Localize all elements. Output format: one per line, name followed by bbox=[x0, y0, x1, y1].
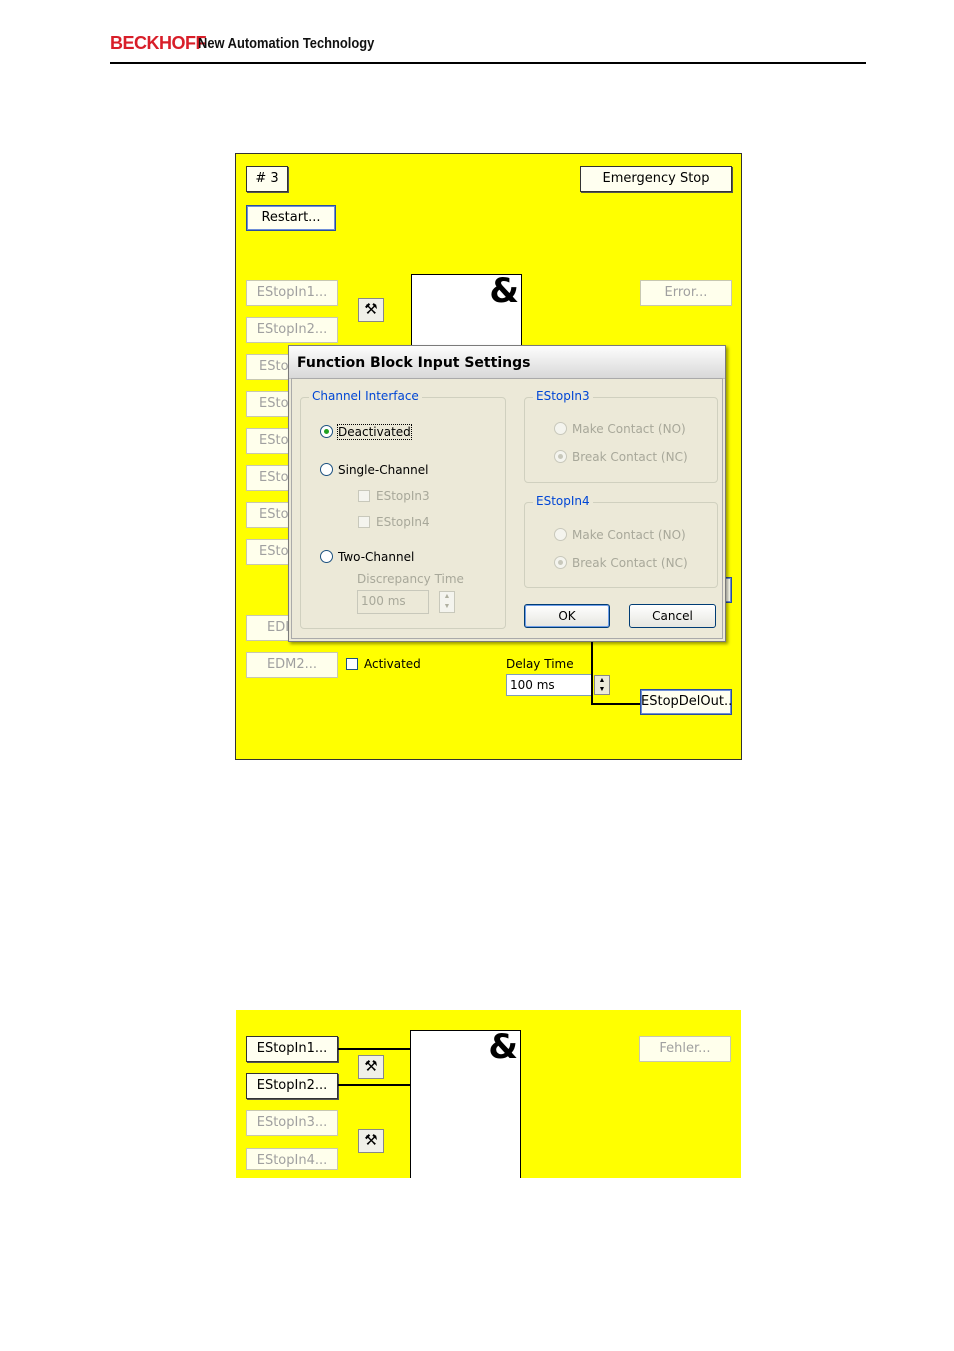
estopin4-make-contact-label: Make Contact (NO) bbox=[572, 528, 686, 542]
deactivated-label: Deactivated bbox=[337, 424, 412, 440]
p2-line-2 bbox=[338, 1084, 411, 1086]
activated-label: Activated bbox=[364, 657, 421, 671]
single-estopin3-label: EStopIn3 bbox=[376, 489, 430, 503]
function-block-panel-two: EStopIn1... EStopIn2... EStopIn3... ESto… bbox=[236, 1010, 741, 1178]
index-button[interactable]: # 3 bbox=[246, 166, 288, 192]
single-estopin3-check[interactable] bbox=[358, 490, 370, 502]
header-rule bbox=[110, 62, 866, 64]
p2-line-1 bbox=[338, 1048, 411, 1050]
estopin4-break-contact-label: Break Contact (NC) bbox=[572, 556, 688, 570]
output-line-vertical bbox=[591, 642, 593, 704]
error-button[interactable]: Error... bbox=[640, 280, 732, 306]
delay-time-field[interactable]: 100 ms bbox=[506, 674, 592, 696]
dialog-title: Function Block Input Settings bbox=[289, 346, 725, 379]
p2-estopin4-button[interactable]: EStopIn4... bbox=[246, 1148, 338, 1170]
p2-hammer-wrench-icon[interactable]: ⚒ bbox=[358, 1055, 384, 1079]
discrepancy-time-field[interactable]: 100 ms bbox=[357, 590, 429, 614]
p2-estopin2-button[interactable]: EStopIn2... bbox=[246, 1073, 338, 1099]
estopin3-make-contact-dot[interactable] bbox=[554, 422, 567, 435]
estopin4-break-contact-radio[interactable]: Break Contact (NC) bbox=[554, 556, 688, 570]
estop-del-out-button[interactable]: EStopDelOut... bbox=[640, 689, 732, 715]
estopin4-break-contact-dot[interactable] bbox=[554, 556, 567, 569]
estopin3-break-contact-label: Break Contact (NC) bbox=[572, 450, 688, 464]
deactivated-radio-dot[interactable] bbox=[320, 425, 333, 438]
single-channel-radio-dot[interactable] bbox=[320, 463, 333, 476]
estopin3-make-contact-radio[interactable]: Make Contact (NO) bbox=[554, 422, 686, 436]
single-estopin4-checkbox[interactable]: EStopIn4 bbox=[358, 515, 430, 529]
delay-time-label: Delay Time bbox=[506, 657, 574, 671]
hammer-wrench-icon[interactable]: ⚒ bbox=[358, 298, 384, 322]
emergency-stop-button[interactable]: Emergency Stop bbox=[580, 166, 732, 192]
estopin4-group: EStopIn4 bbox=[524, 494, 718, 588]
estopin3-group: EStopIn3 bbox=[524, 389, 718, 483]
estopin3-break-contact-dot[interactable] bbox=[554, 450, 567, 463]
estopin3-group-label: EStopIn3 bbox=[533, 389, 593, 403]
and-gate-box: & bbox=[411, 271, 522, 354]
p2-and-gate-box: & bbox=[410, 1027, 521, 1178]
hidden-output-button-edge[interactable] bbox=[725, 577, 732, 603]
restart-button[interactable]: Restart... bbox=[246, 205, 336, 231]
p2-and-symbol: & bbox=[488, 1027, 518, 1067]
p2-estopin1-button[interactable]: EStopIn1... bbox=[246, 1036, 338, 1062]
estopin2-button[interactable]: EStopIn2... bbox=[246, 317, 338, 343]
deactivated-radio[interactable]: Deactivated bbox=[320, 424, 412, 440]
single-channel-label: Single-Channel bbox=[338, 463, 429, 477]
single-estopin4-label: EStopIn4 bbox=[376, 515, 430, 529]
brand-logo: BECKHOFF bbox=[110, 33, 207, 53]
estopin4-group-label: EStopIn4 bbox=[533, 494, 593, 508]
two-channel-radio[interactable]: Two-Channel bbox=[320, 550, 414, 564]
ok-button[interactable]: OK bbox=[524, 604, 610, 628]
single-estopin4-check[interactable] bbox=[358, 516, 370, 528]
function-block-input-settings-dialog: Function Block Input Settings Channel In… bbox=[288, 345, 726, 642]
brand-tagline: New Automation Technology bbox=[198, 35, 375, 52]
output-line-horizontal bbox=[591, 703, 641, 705]
and-symbol: & bbox=[489, 271, 519, 311]
activated-checkbox-box[interactable] bbox=[346, 658, 358, 670]
two-channel-label: Two-Channel bbox=[338, 550, 415, 564]
estopin4-make-contact-dot[interactable] bbox=[554, 528, 567, 541]
cancel-button[interactable]: Cancel bbox=[629, 604, 716, 628]
channel-interface-label: Channel Interface bbox=[309, 389, 422, 403]
discrepancy-time-label: Discrepancy Time bbox=[357, 572, 464, 586]
two-channel-radio-dot[interactable] bbox=[320, 550, 333, 563]
single-estopin3-checkbox[interactable]: EStopIn3 bbox=[358, 489, 430, 503]
estopin3-make-contact-label: Make Contact (NO) bbox=[572, 422, 686, 436]
single-channel-radio[interactable]: Single-Channel bbox=[320, 463, 429, 477]
dialog-body: Channel Interface Deactivated Single-Cha… bbox=[291, 378, 723, 639]
activated-checkbox[interactable]: Activated bbox=[346, 657, 421, 671]
p2-error-button[interactable]: Fehler... bbox=[639, 1036, 731, 1062]
discrepancy-time-spinner[interactable]: ▲ ▼ bbox=[439, 591, 455, 613]
edm2-button[interactable]: EDM2... bbox=[246, 652, 338, 678]
estopin4-make-contact-radio[interactable]: Make Contact (NO) bbox=[554, 528, 686, 542]
delay-time-spinner[interactable]: ▲ ▼ bbox=[594, 675, 610, 695]
estopin1-button[interactable]: EStopIn1... bbox=[246, 280, 338, 306]
estopin3-break-contact-radio[interactable]: Break Contact (NC) bbox=[554, 450, 688, 464]
p2-estopin3-button[interactable]: EStopIn3... bbox=[246, 1110, 338, 1136]
p2-hammer-wrench-icon-2[interactable]: ⚒ bbox=[358, 1129, 384, 1153]
